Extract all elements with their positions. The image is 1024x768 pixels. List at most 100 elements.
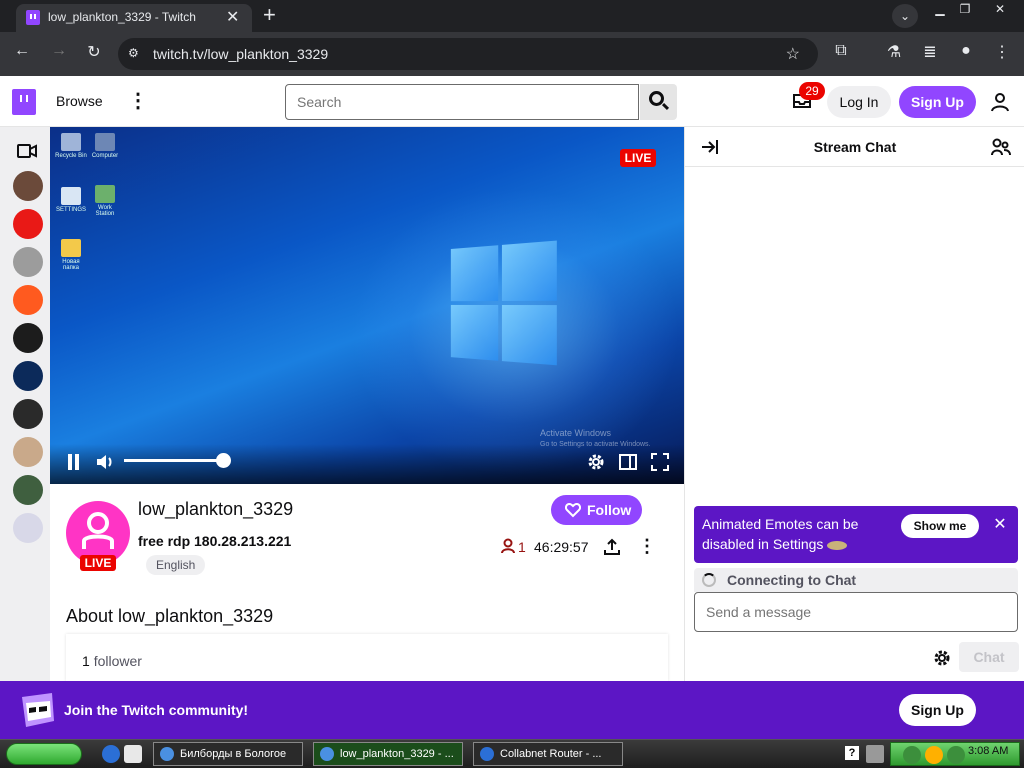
tray-arrow-icon[interactable]	[866, 745, 884, 763]
channel-name[interactable]: low_plankton_3329	[138, 499, 293, 520]
volume-tray-icon[interactable]	[947, 746, 965, 764]
sidebar-channel-avatar[interactable]	[13, 285, 43, 315]
forward-icon[interactable]: →	[47, 42, 71, 60]
sidebar-channel-avatar[interactable]	[13, 209, 43, 239]
bookmark-star-icon[interactable]: ☆	[786, 44, 800, 64]
chrome-menu-icon[interactable]: ⋮	[990, 42, 1014, 62]
url-text: twitch.tv/low_plankton_3329	[153, 46, 329, 62]
search-box	[285, 84, 639, 120]
chat-send-button[interactable]: Chat	[959, 642, 1019, 672]
spinner-icon	[702, 573, 716, 587]
show-desktop-icon[interactable]	[124, 745, 142, 763]
taskbar-clock: 3:08 AM	[968, 745, 1009, 757]
reload-icon[interactable]: ↻	[82, 42, 106, 62]
sidebar	[0, 127, 50, 681]
browser-tab-strip: low_plankton_3329 - Twitch ✕ + ⌄ ▁ ❐ ✕	[0, 0, 1024, 32]
close-window-icon[interactable]: ✕	[988, 2, 1012, 18]
media-controls-icon[interactable]: ≣	[918, 42, 942, 62]
network-tray-icon[interactable]	[903, 746, 921, 764]
start-button[interactable]	[6, 743, 82, 765]
sidebar-channel-avatar[interactable]	[13, 399, 43, 429]
desktop-icon: Work Station	[88, 185, 122, 217]
stream-title: free rdp 180.28.213.221	[138, 533, 292, 549]
windows-logo-icon	[450, 240, 559, 367]
pause-icon[interactable]	[67, 454, 81, 470]
sidebar-channel-avatar[interactable]	[13, 361, 43, 391]
sidebar-channel-avatar[interactable]	[13, 513, 43, 543]
tab-search-chevron-icon[interactable]: ⌄	[892, 4, 918, 28]
browser-task-icon	[320, 747, 334, 761]
sidebar-channel-avatar[interactable]	[13, 171, 43, 201]
volume-icon[interactable]	[96, 453, 116, 471]
followed-channels-camera-icon[interactable]	[17, 144, 37, 158]
glitch-mascot-icon	[22, 693, 54, 727]
search-input[interactable]	[286, 85, 638, 119]
extensions-icon[interactable]: ⧉	[829, 42, 853, 60]
chat-title: Stream Chat	[813, 139, 897, 155]
player-live-badge: LIVE	[620, 149, 656, 167]
back-icon[interactable]: ←	[10, 42, 34, 60]
site-info-icon[interactable]: ⚙	[128, 46, 144, 62]
ie-quicklaunch-icon[interactable]	[102, 745, 120, 763]
ie-task-icon	[480, 747, 494, 761]
more-options-icon[interactable]: ⋮	[128, 88, 148, 113]
chat-message-box	[694, 592, 1018, 632]
language-tag[interactable]: English	[146, 555, 206, 575]
minimize-window-icon[interactable]: ▁	[928, 2, 952, 18]
join-text: Join the Twitch community!	[64, 702, 249, 718]
restore-window-icon[interactable]: ❐	[953, 2, 977, 18]
theatre-mode-icon[interactable]	[618, 452, 638, 472]
twitch-logo-icon[interactable]	[12, 89, 36, 115]
about-title: About low_plankton_3329	[66, 606, 274, 626]
community-users-icon[interactable]	[991, 138, 1011, 156]
sidebar-channel-avatar[interactable]	[13, 475, 43, 505]
browser-tab[interactable]: low_plankton_3329 - Twitch ✕	[16, 4, 252, 32]
follow-button[interactable]: Follow	[551, 495, 642, 525]
follow-label: Follow	[587, 502, 632, 518]
connecting-text: Connecting to Chat	[727, 572, 857, 588]
sidebar-channel-avatar[interactable]	[13, 323, 43, 353]
video-player[interactable]: Recycle Bin Computer SETTINGS Work Stati…	[50, 127, 684, 484]
taskbar-task[interactable]: Билборды в Бологое	[153, 742, 303, 766]
viewers-icon	[501, 538, 515, 554]
profile-icon[interactable]: ●	[954, 42, 978, 60]
desktop-icon: SETTINGS	[54, 187, 88, 213]
animated-emotes-banner: Animated Emotes can be disabled in Setti…	[694, 506, 1018, 563]
user-icon[interactable]	[990, 92, 1010, 112]
browser-toolbar: ← → ↻ ⚙ twitch.tv/low_plankton_3329 ☆ ⧉ …	[0, 32, 1024, 76]
address-bar[interactable]: ⚙ twitch.tv/low_plankton_3329 ☆	[118, 38, 818, 70]
search-tray-icon[interactable]	[925, 746, 943, 764]
taskbar-task[interactable]: Collabnet Router - ...	[473, 742, 623, 766]
tab-close-icon[interactable]: ✕	[226, 7, 239, 27]
chat-settings-icon[interactable]	[932, 648, 952, 668]
twitch-favicon-icon	[26, 10, 40, 25]
sidebar-channel-avatar[interactable]	[13, 437, 43, 467]
login-button[interactable]: Log In	[827, 86, 891, 118]
about-panel: 1 follower	[66, 634, 668, 681]
browse-link[interactable]: Browse	[56, 93, 103, 109]
chat-panel: Stream Chat Animated Emotes can be disab…	[684, 127, 1024, 681]
join-community-banner: Join the Twitch community! Sign Up	[0, 681, 1024, 739]
close-banner-icon[interactable]: ✕	[990, 514, 1010, 534]
settings-gear-icon[interactable]	[586, 452, 606, 472]
chat-message-input[interactable]	[695, 593, 1017, 631]
volume-slider[interactable]	[124, 459, 224, 462]
sidebar-channel-avatar[interactable]	[13, 247, 43, 277]
taskbar-task-active[interactable]: low_plankton_3329 - ...	[313, 742, 463, 766]
banner-signup-button[interactable]: Sign Up	[899, 694, 976, 726]
show-me-button[interactable]: Show me	[901, 514, 979, 538]
volume-slider-thumb[interactable]	[216, 453, 231, 468]
signup-button[interactable]: Sign Up	[899, 86, 976, 118]
new-tab-icon[interactable]: +	[263, 2, 276, 28]
animated-emotes-text: Animated Emotes can be disabled in Setti…	[702, 516, 859, 552]
search-button[interactable]	[640, 84, 677, 120]
help-icon[interactable]: ?	[845, 746, 859, 760]
heart-icon	[565, 502, 581, 518]
labs-flask-icon[interactable]: ⚗	[882, 42, 906, 62]
channel-more-options-icon[interactable]: ⋮	[638, 536, 656, 556]
desktop-folder-icon: Новая папка	[54, 239, 88, 271]
fullscreen-icon[interactable]	[650, 452, 670, 472]
channel-live-badge: LIVE	[80, 555, 116, 571]
desktop-icon: Computer	[88, 133, 122, 159]
share-icon[interactable]	[603, 538, 621, 556]
